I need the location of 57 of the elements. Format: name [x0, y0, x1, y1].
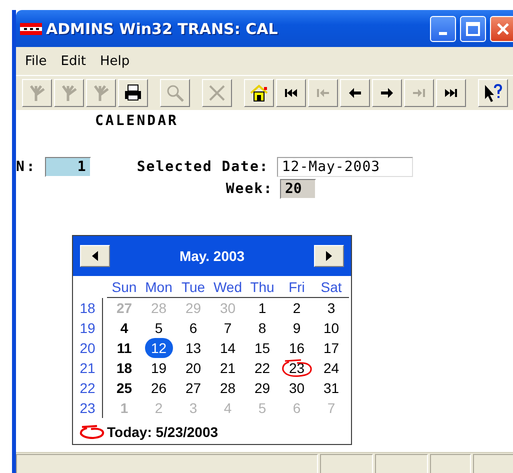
menu-item[interactable]: Edit [56, 52, 91, 70]
week-number: 20 [73, 338, 103, 358]
calendar-day[interactable]: 24 [321, 358, 342, 378]
calendar-day[interactable]: 18 [114, 358, 134, 378]
calendar-day[interactable]: 27 [183, 378, 204, 398]
weekday-label: Wed [210, 278, 245, 298]
field-label: Week: [224, 181, 273, 197]
calendar-day[interactable]: 2 [290, 298, 303, 318]
calendar-day[interactable]: 26 [148, 378, 169, 398]
date-field[interactable]: 12-May-2003 [276, 157, 413, 177]
weekday-label: Fri [280, 278, 314, 298]
calendar-day[interactable]: 23 [286, 358, 307, 378]
weekday-label: Thu [245, 278, 280, 298]
calendar-day[interactable]: 25 [114, 378, 134, 398]
field-label: Selected Date: [136, 159, 269, 175]
selected-day[interactable]: 12 [144, 338, 173, 358]
week-number: 23 [73, 398, 103, 418]
calendar-day[interactable]: 14 [218, 338, 238, 358]
calendar-day[interactable]: 13 [183, 338, 204, 358]
calendar-day[interactable]: 4 [118, 318, 130, 338]
week-field[interactable]: 20 [280, 179, 316, 199]
calendar-day[interactable]: 10 [321, 318, 342, 338]
calendar-day[interactable]: 15 [252, 338, 272, 358]
calendar-day[interactable]: 6 [187, 318, 200, 338]
week-number: 22 [73, 378, 103, 398]
weekday-label: Tue [176, 278, 210, 298]
calendar-day[interactable]: 28 [218, 378, 238, 398]
calendar-day[interactable]: 30 [286, 378, 307, 398]
calendar-day[interactable]: 21 [218, 358, 238, 378]
window-title: ADMINS Win32 TRANS: CAL [46, 20, 279, 38]
today-label[interactable]: Today: 5/23/2003 [107, 424, 218, 440]
calendar-day[interactable]: 11 [114, 338, 134, 358]
week-number: 19 [73, 318, 103, 338]
weekday-label: Sat [314, 278, 348, 298]
menu-item[interactable]: Help [94, 52, 135, 70]
menu-item[interactable]: File [20, 52, 52, 70]
calendar-day[interactable]: 1 [256, 298, 268, 318]
calendar-day[interactable]: 16 [286, 338, 307, 358]
calendar-day[interactable]: 17 [321, 338, 342, 358]
weekday-label: Sun [107, 278, 142, 298]
month-title: May. 2003 [179, 248, 245, 264]
calendar-day[interactable]: 22 [252, 358, 272, 378]
input-field[interactable]: 1 [44, 157, 91, 177]
calendar-day[interactable]: 8 [256, 318, 268, 338]
calendar-day[interactable]: 29 [252, 378, 272, 398]
field-label: N: [16, 159, 37, 175]
screen-heading: CALENDAR [95, 113, 178, 129]
week-number: 21 [73, 358, 103, 378]
calendar-day[interactable]: 31 [321, 378, 342, 398]
calendar-day[interactable]: 5 [152, 318, 165, 338]
calendar-day[interactable]: 20 [183, 358, 204, 378]
calendar-day[interactable]: 3 [325, 298, 338, 318]
week-number: 18 [73, 298, 103, 318]
calendar-day[interactable]: 7 [222, 318, 234, 338]
calendar-day[interactable]: 9 [290, 318, 303, 338]
weekday-label: Mon [142, 278, 176, 298]
calendar-day[interactable]: 19 [148, 358, 169, 378]
